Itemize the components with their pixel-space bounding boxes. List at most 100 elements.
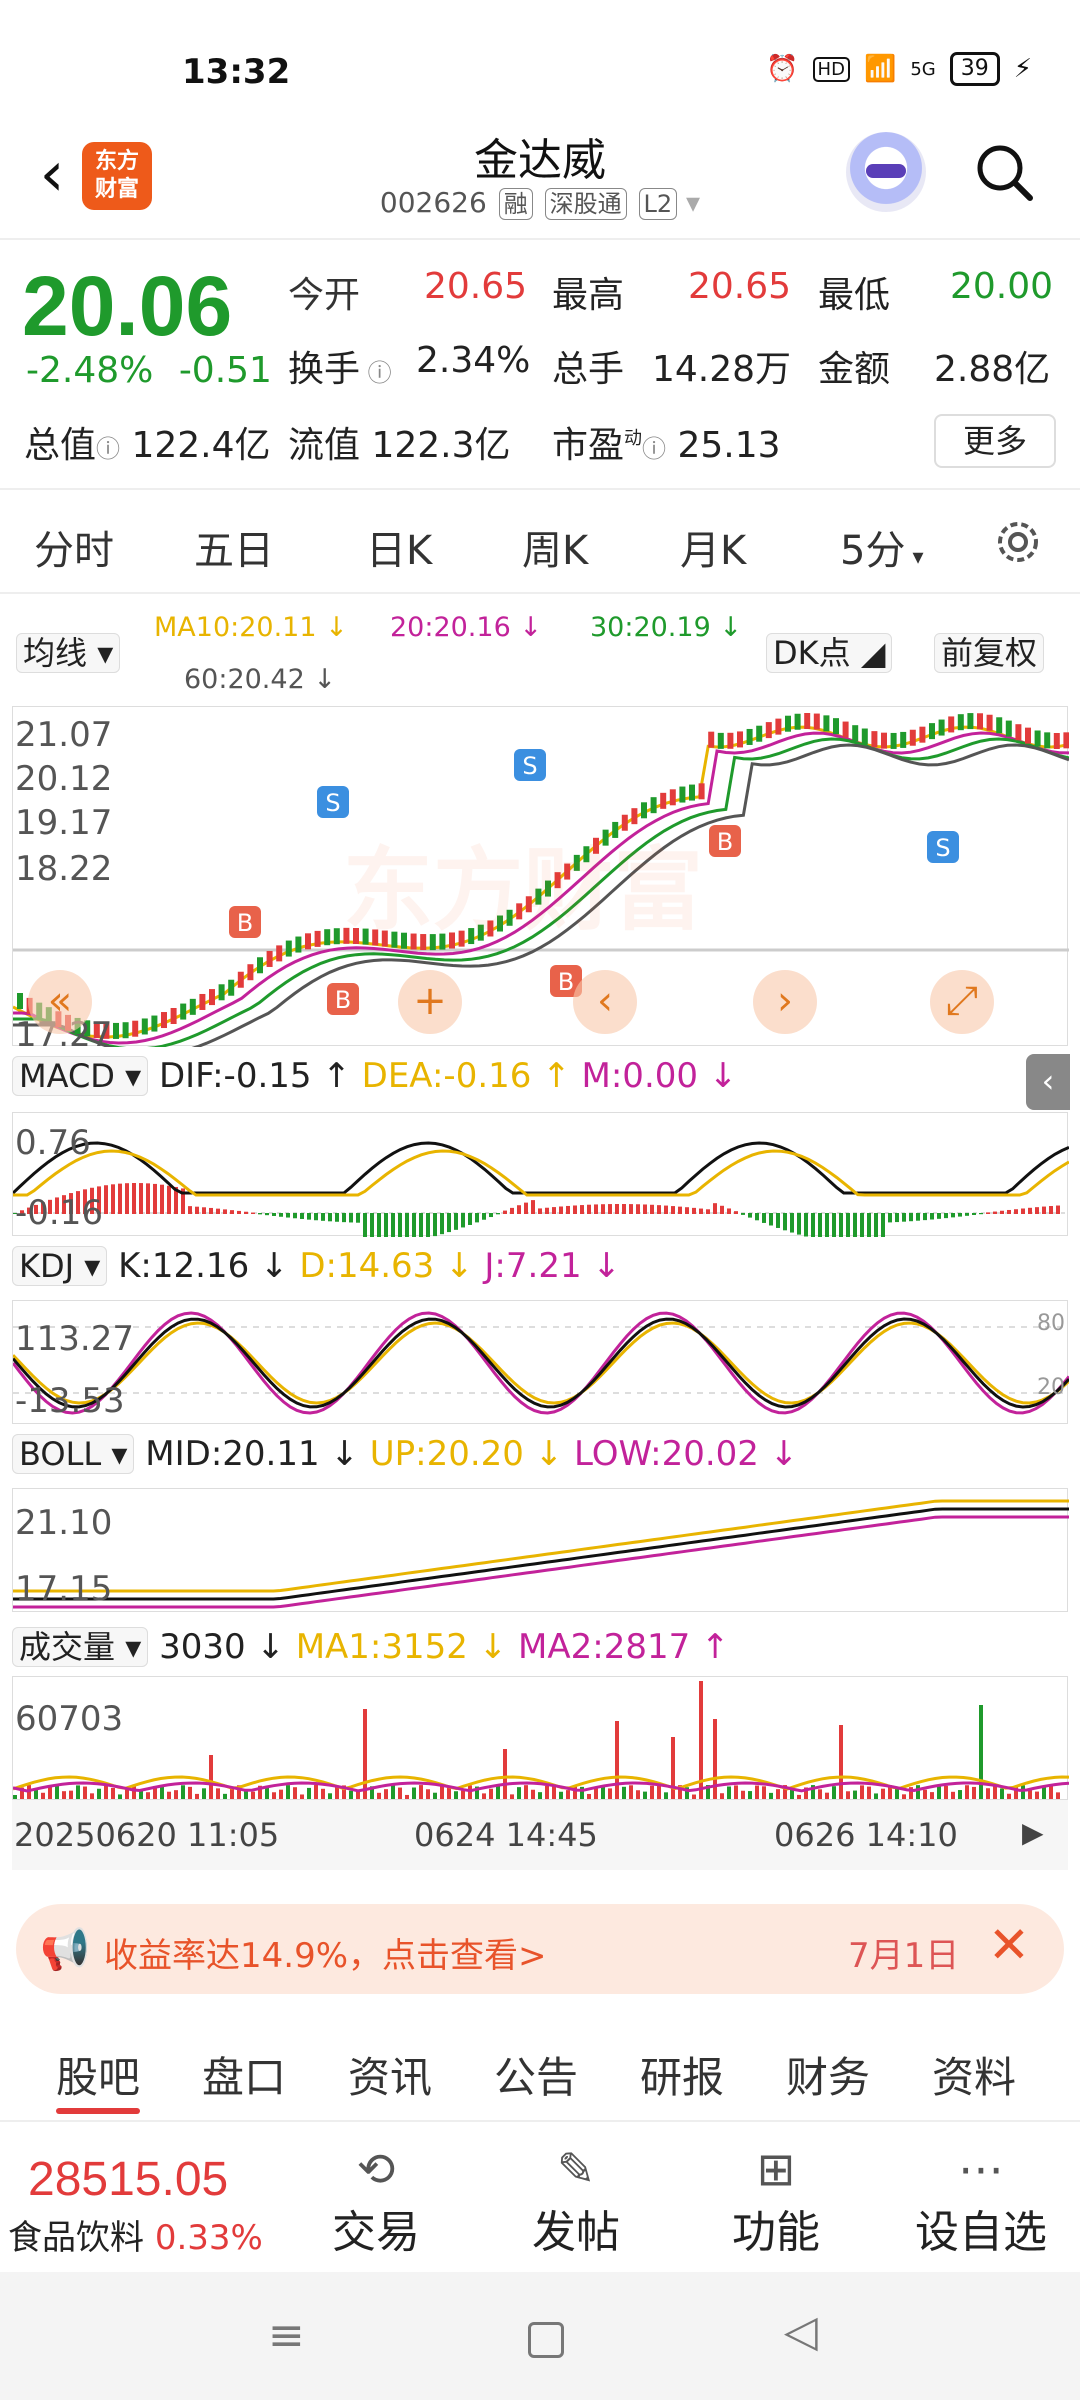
fullscreen-button[interactable]: ⤢ [930, 970, 994, 1034]
volume-bar [734, 1785, 738, 1799]
menu-icon[interactable]: ≡ [268, 2310, 305, 2361]
tab-5min[interactable]: 5分 ▾ [840, 518, 924, 576]
boll-up-line [13, 1499, 1069, 1593]
macd-bar [132, 1183, 136, 1214]
macd-bar [433, 1213, 437, 1237]
tab-guba[interactable]: 股吧 [56, 2044, 140, 2105]
kdj-select[interactable]: KDJ ▾ [12, 1246, 108, 1286]
promo-banner[interactable]: 📢 收益率达14.9%，点击查看> 7月1日 ✕ [16, 1904, 1064, 1994]
macd-bar [524, 1202, 528, 1214]
macd-bar [748, 1213, 752, 1218]
volume-bar [363, 1709, 367, 1799]
close-icon[interactable]: ✕ [988, 1916, 1030, 1974]
macd-bar [580, 1205, 584, 1214]
kline-chart-area: 均线 ▾ MA10:20.11 ↓ 20:20.16 ↓ 30:20.19 ↓ … [0, 594, 1080, 1894]
tab-weekly-k[interactable]: 周K [522, 518, 588, 576]
volume-bar [860, 1785, 864, 1799]
volume-bar [972, 1786, 976, 1799]
candle [689, 784, 695, 801]
add-button[interactable]: + [398, 970, 462, 1034]
home-icon[interactable] [528, 2322, 564, 2358]
candle [218, 984, 225, 1001]
zoom-out-button[interactable]: « [28, 970, 92, 1034]
volume-bar [636, 1790, 640, 1799]
volume-bar [13, 1795, 17, 1799]
post-button[interactable]: ✎ 发帖 [516, 2142, 636, 2260]
volume-select[interactable]: 成交量 ▾ [12, 1627, 149, 1667]
candle [737, 731, 743, 748]
volume-bar [650, 1785, 654, 1799]
volume-bar [832, 1786, 836, 1799]
volume-bar [748, 1791, 752, 1799]
volume-bar [517, 1787, 521, 1799]
volume-bar [958, 1790, 962, 1799]
macd-bar [398, 1213, 402, 1237]
dk-points-button[interactable]: DK点 ◢ [766, 628, 893, 674]
candle [132, 1020, 139, 1037]
back-nav-icon[interactable]: ◁ [784, 2306, 818, 2357]
macd-bar [272, 1213, 276, 1216]
candle [17, 993, 23, 1009]
dea-line [13, 1149, 1069, 1197]
macd-bar [811, 1213, 815, 1237]
kdj-panel: 113.27 -13.53 80 20 [12, 1300, 1069, 1424]
macd-select[interactable]: MACD ▾ [12, 1056, 149, 1096]
collapse-panel-button[interactable]: ‹ [1026, 1054, 1070, 1110]
volume-bar [286, 1785, 290, 1799]
index-value[interactable]: 28515.05 [28, 2152, 228, 2207]
candle [679, 786, 686, 803]
clock: 13:32 [182, 52, 291, 92]
volume-bar [1035, 1791, 1039, 1799]
price-panel[interactable]: SSSBBBB 东方财富 21.07 20.12 19.17 18.22 17.… [12, 706, 1069, 1055]
add-watchlist-button[interactable]: ⋯ 设自选 [896, 2142, 1066, 2260]
price-axis-label: 20.12 [15, 759, 113, 799]
volume-bar [902, 1794, 906, 1799]
macd-bar [1028, 1207, 1032, 1214]
macd-bar [510, 1207, 514, 1214]
d-line [13, 1321, 1069, 1405]
prev-button[interactable]: ‹ [573, 970, 637, 1034]
assistant-robot-icon[interactable] [846, 132, 926, 212]
tab-research[interactable]: 研报 [640, 2044, 724, 2105]
macd-bar [867, 1213, 871, 1237]
macd-bar [216, 1208, 220, 1214]
adjust-button[interactable]: 前复权 [934, 628, 1045, 674]
tab-news[interactable]: 资讯 [348, 2044, 432, 2105]
search-icon[interactable] [972, 140, 1036, 204]
macd-bar [951, 1213, 955, 1218]
functions-button[interactable]: ⊞ 功能 [716, 2142, 836, 2260]
macd-bar [258, 1213, 262, 1215]
settings-gear-icon[interactable] [990, 514, 1046, 570]
next-button[interactable]: › [753, 970, 817, 1034]
macd-bar [594, 1204, 598, 1214]
grid-icon: ⊞ [756, 2142, 796, 2196]
chevron-down-icon[interactable]: ▾ [686, 186, 700, 219]
macd-bar [279, 1213, 283, 1217]
tab-monthly-k[interactable]: 月K [680, 518, 746, 576]
tab-profile[interactable]: 资料 [932, 2044, 1016, 2105]
wifi-icon: 📶 [863, 54, 897, 84]
candle [660, 792, 667, 809]
more-button[interactable]: 更多 [934, 414, 1056, 468]
candle [257, 957, 263, 974]
ma20-label: 20:20.16 ↓ [390, 612, 542, 643]
tab-daily-k[interactable]: 日K [366, 518, 432, 576]
tab-five-day[interactable]: 五日 [194, 518, 274, 576]
tab-pankou[interactable]: 盘口 [202, 2044, 286, 2105]
candle [794, 713, 801, 730]
volume-bar [405, 1794, 409, 1799]
boll-select[interactable]: BOLL ▾ [12, 1434, 135, 1474]
index-sector[interactable]: 食品饮料 0.33% [8, 2210, 263, 2259]
tab-finance[interactable]: 财务 [786, 2044, 870, 2105]
scroll-right-icon[interactable]: ▶ [1022, 1816, 1044, 1849]
time-axis: 20250620 11:05 0624 14:45 0626 14:10 ▶ [12, 1800, 1068, 1870]
tab-announcements[interactable]: 公告 [494, 2044, 578, 2105]
volume-bar [349, 1790, 353, 1799]
macd-bar [650, 1204, 654, 1214]
ma-select[interactable]: 均线 ▾ [16, 628, 121, 674]
macd-bar [1042, 1206, 1046, 1214]
tab-intraday[interactable]: 分时 [34, 518, 114, 576]
volume-bar [216, 1788, 220, 1799]
candle [1005, 720, 1012, 737]
trade-button[interactable]: ⟲ 交易 [316, 2142, 436, 2260]
